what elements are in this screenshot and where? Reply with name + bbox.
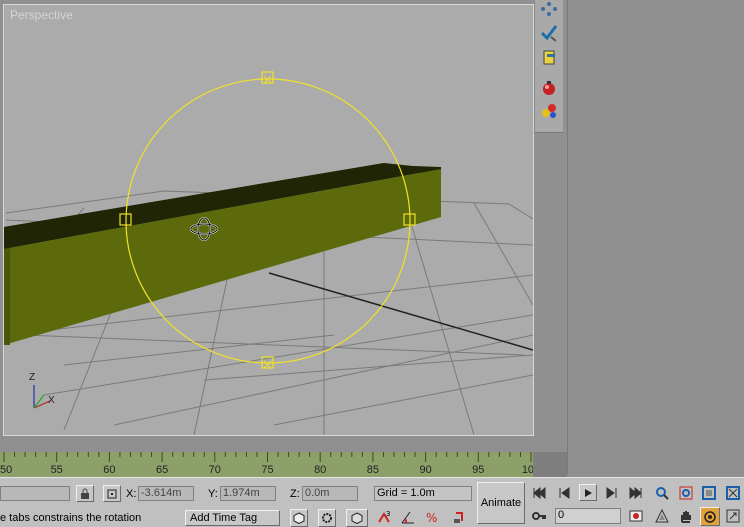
axis-z-label: Z xyxy=(29,372,36,383)
timeline-tick-label: 85 xyxy=(367,464,379,476)
pan-hand-icon[interactable] xyxy=(678,508,694,524)
spinner-snap-icon[interactable] xyxy=(452,509,468,525)
viewport-label[interactable]: Perspective xyxy=(10,8,73,22)
box-side-face xyxy=(4,248,10,345)
layer-manager-icon[interactable] xyxy=(539,48,559,68)
selection-filter-button[interactable] xyxy=(290,509,308,527)
timeline-tick-label: 80 xyxy=(314,464,326,476)
grid-points-icon[interactable] xyxy=(539,0,559,20)
material-spheres-icon[interactable] xyxy=(539,100,559,120)
paint-select-icon[interactable] xyxy=(539,22,559,42)
gear-icon xyxy=(322,513,332,523)
go-to-end-icon[interactable] xyxy=(628,485,644,501)
play-button[interactable] xyxy=(579,484,597,501)
current-frame-field[interactable]: 0 xyxy=(555,508,621,524)
z-coordinate-field[interactable]: 0.0m xyxy=(302,486,358,501)
add-time-tag-button[interactable]: Add Time Tag xyxy=(185,510,280,526)
time-ruler[interactable]: 50 55 60 65 70 75 80 85 90 95 100 xyxy=(0,452,533,477)
axis-x-label: X xyxy=(48,395,55,406)
timeline-tick-label: 50 xyxy=(0,464,12,476)
go-to-start-icon[interactable] xyxy=(531,485,547,501)
selection-count-field[interactable] xyxy=(0,486,70,501)
absolute-mode-icon xyxy=(107,489,117,498)
zoom-extents-all-icon[interactable] xyxy=(725,485,741,501)
cube-icon xyxy=(293,512,305,524)
x-label: X: xyxy=(126,488,137,500)
svg-text:3: 3 xyxy=(386,510,390,518)
timeline-tick-label: 95 xyxy=(472,464,484,476)
z-label: Z: xyxy=(290,488,300,500)
timeline-end xyxy=(533,452,567,477)
snap-3d-icon[interactable]: 3 xyxy=(376,509,392,525)
angle-snap-icon[interactable] xyxy=(400,509,416,525)
x-coordinate-field[interactable]: -3.614m xyxy=(138,486,194,501)
grid-axis-line xyxy=(268,272,533,351)
timeline-tick-label: 100 xyxy=(522,464,533,476)
arc-rotate-button[interactable] xyxy=(700,507,720,526)
svg-text:%: % xyxy=(426,511,437,525)
timeline-tick-label: 60 xyxy=(103,464,115,476)
status-bar: X: -3.614m Y: 1.974m Z: 0.0m Grid = 1.0m… xyxy=(0,477,744,527)
zoom-icon[interactable] xyxy=(654,485,670,501)
animate-button[interactable]: Animate xyxy=(477,482,525,524)
viewport-scene[interactable] xyxy=(4,5,533,435)
percent-snap-icon[interactable]: % xyxy=(424,509,440,525)
time-configuration-icon[interactable] xyxy=(628,508,644,524)
grid-size-display: Grid = 1.0m xyxy=(374,486,472,501)
timeline-tick-label: 55 xyxy=(51,464,63,476)
next-frame-icon[interactable] xyxy=(604,485,620,501)
timeline-tick-label: 65 xyxy=(156,464,168,476)
absolute-mode-button[interactable] xyxy=(103,485,121,502)
lock-icon xyxy=(81,488,89,499)
snap-options-button[interactable] xyxy=(318,509,336,527)
zoom-all-icon[interactable] xyxy=(678,485,694,501)
maximize-viewport-icon[interactable] xyxy=(725,508,741,524)
side-toolbar xyxy=(534,0,563,133)
y-coordinate-field[interactable]: 1.974m xyxy=(220,486,276,501)
time-slider-track[interactable]: 50 55 60 65 70 75 80 85 90 95 100 xyxy=(0,452,533,477)
perspective-viewport[interactable]: Perspective Z X xyxy=(3,4,534,436)
timeline-tick-label: 75 xyxy=(261,464,273,476)
key-mode-icon[interactable] xyxy=(531,508,547,524)
render-teapot-icon[interactable] xyxy=(539,78,559,98)
timeline-tick-label: 70 xyxy=(209,464,221,476)
field-of-view-icon[interactable] xyxy=(654,508,670,524)
lock-selection-button[interactable] xyxy=(76,485,94,502)
arc-rotate-icon xyxy=(704,510,716,523)
prompt-line: e tabs constrains the rotation xyxy=(0,512,142,524)
y-label: Y: xyxy=(208,488,218,500)
cube-icon xyxy=(351,512,363,524)
window-crossing-button[interactable] xyxy=(346,509,368,527)
timeline-tick-label: 90 xyxy=(419,464,431,476)
command-panel[interactable] xyxy=(567,0,744,474)
play-icon xyxy=(585,488,592,497)
zoom-extents-icon[interactable] xyxy=(701,485,717,501)
previous-frame-icon[interactable] xyxy=(556,485,572,501)
